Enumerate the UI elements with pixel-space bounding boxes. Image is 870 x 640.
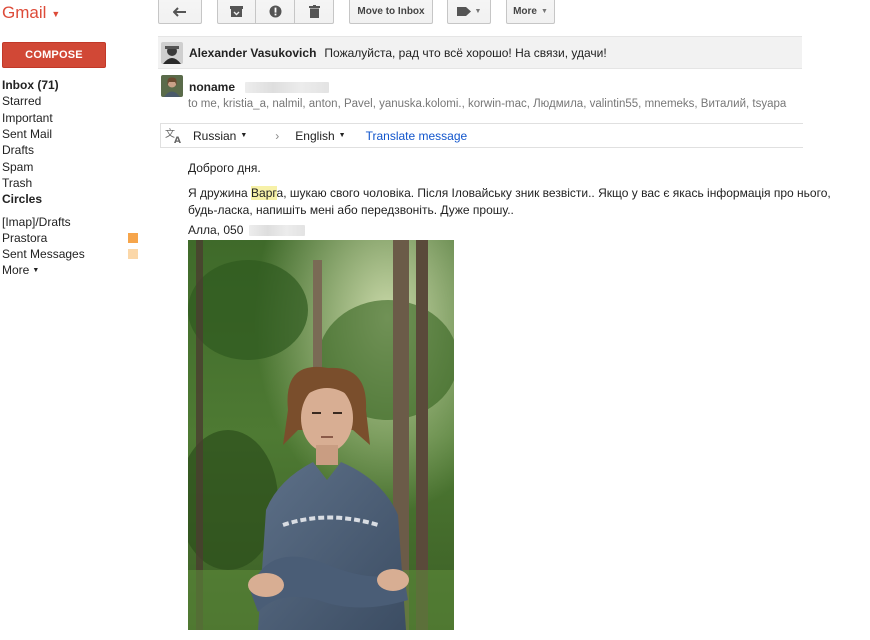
sidebar-item-label: Inbox (71) bbox=[2, 78, 59, 93]
sidebar-nav: Inbox (71) Starred Important Sent Mail D… bbox=[2, 77, 142, 279]
sidebar-item-important[interactable]: Important bbox=[2, 110, 142, 126]
chevron-down-icon: ▼ bbox=[474, 8, 482, 15]
chevron-down-icon: ▼ bbox=[32, 266, 40, 274]
body-text-fragment: Я дружина bbox=[188, 186, 252, 200]
more-actions-label: More bbox=[513, 6, 537, 17]
translate-message-link[interactable]: Translate message bbox=[366, 129, 468, 143]
sidebar-item-label: Starred bbox=[2, 94, 42, 109]
sidebar-item-imap-drafts[interactable]: [Imap]/Drafts bbox=[2, 213, 142, 229]
delete-button[interactable] bbox=[295, 0, 334, 24]
chevron-down-icon: ▼ bbox=[540, 8, 548, 15]
highlighted-word: Варг bbox=[251, 186, 277, 200]
chevron-right-icon: › bbox=[275, 128, 280, 143]
message-body-line: будь-ласка, напишіть мені або передзвоні… bbox=[188, 203, 514, 217]
sidebar-item-label: Sent Messages bbox=[2, 247, 85, 262]
sidebar-item-label: Spam bbox=[2, 159, 34, 174]
sidebar-item-more[interactable]: More ▼ bbox=[2, 262, 142, 278]
target-language-select[interactable]: English ▼ bbox=[295, 129, 345, 143]
redacted-email bbox=[245, 82, 330, 93]
label-tag-icon bbox=[456, 7, 471, 16]
compose-button[interactable]: COMPOSE bbox=[2, 42, 106, 68]
redacted-phone bbox=[249, 225, 306, 236]
more-actions-button[interactable]: More ▼ bbox=[506, 0, 555, 24]
message-snippet: Пожалуйста, рад что всё хорошо! На связи… bbox=[324, 45, 607, 60]
message-header: noname bbox=[161, 75, 330, 97]
gmail-logo[interactable]: Gmail ▼ bbox=[2, 3, 60, 23]
target-language-label: English bbox=[295, 128, 335, 143]
chevron-down-icon: ▼ bbox=[338, 132, 346, 139]
sidebar-item-inbox[interactable]: Inbox (71) bbox=[2, 77, 142, 93]
sidebar-item-sent-mail[interactable]: Sent Mail bbox=[2, 126, 142, 142]
translate-icon: 文 A bbox=[165, 128, 181, 144]
message-body-line: Я дружина Варга, шукаю свого чоловіка. П… bbox=[188, 185, 831, 202]
sidebar-item-label: [Imap]/Drafts bbox=[2, 214, 71, 229]
body-text-fragment: а, шукаю свого чоловіка. Після Іловайськ… bbox=[276, 186, 831, 200]
avatar bbox=[161, 41, 183, 64]
sidebar-item-label: Circles bbox=[2, 192, 43, 207]
back-arrow-icon bbox=[173, 6, 186, 17]
collapsed-message[interactable]: Alexander Vasukovich Пожалуйста, рад что… bbox=[158, 36, 802, 69]
sidebar-item-drafts[interactable]: Drafts bbox=[2, 142, 142, 158]
sidebar-item-trash[interactable]: Trash bbox=[2, 175, 142, 191]
labels-button[interactable]: ▼ bbox=[447, 0, 491, 24]
action-button-group bbox=[217, 0, 334, 24]
message-recipients[interactable]: to me, kristia_a, nalmil, anton, Pavel, … bbox=[188, 98, 786, 110]
sidebar-item-label: Prastora bbox=[2, 230, 48, 245]
sidebar-item-sent-messages[interactable]: Sent Messages bbox=[2, 246, 142, 262]
trash-icon bbox=[308, 5, 320, 18]
sidebar-item-label: More bbox=[2, 263, 30, 278]
portrait-image bbox=[188, 240, 454, 630]
translate-bar: 文 A Russian ▼ › English ▼ Translate mess… bbox=[160, 123, 803, 148]
chevron-down-icon: ▼ bbox=[51, 9, 61, 19]
report-spam-button[interactable] bbox=[256, 0, 295, 24]
sidebar-item-spam[interactable]: Spam bbox=[2, 158, 142, 174]
label-color-swatch[interactable] bbox=[128, 249, 138, 260]
back-button[interactable] bbox=[158, 0, 202, 24]
sidebar-item-prastora[interactable]: Prastora bbox=[2, 230, 142, 246]
source-language-select[interactable]: Russian ▼ bbox=[193, 129, 247, 143]
move-to-inbox-button[interactable]: Move to Inbox bbox=[349, 0, 433, 24]
sidebar-item-circles[interactable]: Circles bbox=[2, 191, 142, 207]
source-language-label: Russian bbox=[193, 128, 237, 143]
attached-photo[interactable] bbox=[188, 240, 454, 630]
archive-button[interactable] bbox=[217, 0, 256, 24]
sidebar-item-label: Trash bbox=[2, 175, 33, 190]
chevron-down-icon: ▼ bbox=[240, 132, 248, 139]
message-greeting: Доброго дня. bbox=[188, 161, 261, 175]
report-spam-icon bbox=[269, 5, 281, 18]
archive-icon bbox=[230, 5, 243, 17]
message-sender: Alexander Vasukovich bbox=[189, 45, 317, 60]
svg-text:A: A bbox=[174, 136, 181, 144]
gmail-logo-text: Gmail bbox=[2, 3, 47, 22]
signature-text: Алла, 050 bbox=[188, 223, 244, 237]
sidebar-item-starred[interactable]: Starred bbox=[2, 93, 142, 109]
message-signature: Алла, 050 bbox=[188, 222, 306, 239]
message-sender: noname bbox=[189, 80, 236, 94]
sidebar-item-label: Drafts bbox=[2, 143, 35, 158]
label-color-swatch[interactable] bbox=[128, 232, 138, 243]
sidebar-item-label: Important bbox=[2, 110, 53, 125]
avatar bbox=[161, 75, 183, 97]
sidebar-item-label: Sent Mail bbox=[2, 127, 53, 142]
